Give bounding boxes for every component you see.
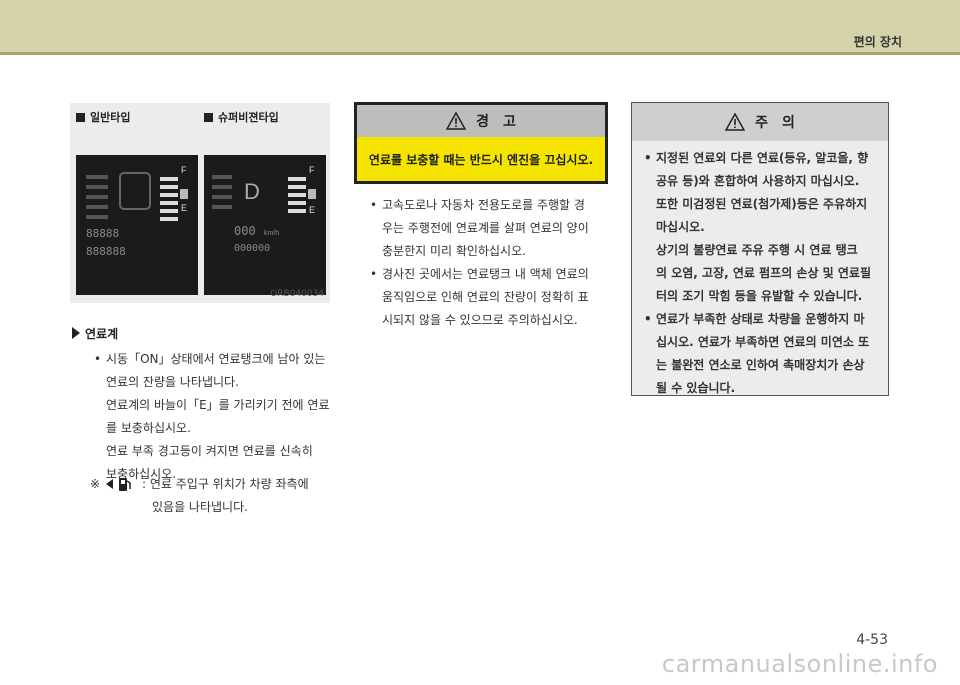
warning-bullets: • 고속도로나 자동차 전용도로를 주행할 경 우는 주행전에 연료계를 살펴 …: [366, 194, 611, 332]
warning-triangle-icon: [446, 112, 467, 130]
fuel-pump-icon: [180, 189, 188, 199]
odometer-display: 888888: [86, 245, 126, 258]
fuel-full-label: F: [309, 165, 315, 175]
warning-message: 연료를 보충할 때는 반드시 엔진을 끄십시오.: [357, 137, 605, 181]
page-number: 4-53: [856, 632, 888, 648]
fuel-empty-label: E: [309, 205, 315, 215]
fuel-pump-icon: [119, 478, 131, 491]
caution-content: • 지정된 연료외 다른 연료(등유, 알코올, 향 공유 등)와 혼합하여 사…: [632, 141, 888, 400]
odometer-display: 000000: [234, 243, 270, 254]
list-item: • 시동「ON」상태에서 연료탱크에 남아 있는: [94, 352, 326, 366]
cluster-standard: F E 88888 888888: [76, 155, 198, 295]
list-item: • 지정된 연료외 다른 연료(등유, 알코올, 향 공유 등)와 혼합하여 사…: [644, 151, 872, 303]
list-item: • 경사진 곳에서는 연료탱크 내 액체 연료의 움직임으로 인해 연료의 잔량…: [370, 267, 589, 327]
label-standard-type: 일반타입: [76, 109, 130, 125]
speed-unit: km/h: [264, 230, 279, 237]
square-bullet-icon: [76, 112, 85, 122]
list-item: • 고속도로나 자동차 전용도로를 주행할 경 우는 주행전에 연료계를 살펴 …: [370, 198, 589, 258]
list-item: • 연료가 부족한 상태로 차량을 운행하지 마 십시오. 연료가 부족하면 연…: [644, 312, 870, 395]
warning-triangle-icon: [725, 113, 746, 131]
instrument-cluster-figure: 일반타입 슈퍼비젼타입 F E 88888 888888 D F E 000 k…: [70, 103, 330, 303]
fuel-pump-icon: [308, 189, 316, 199]
speed-display: 000: [234, 224, 256, 238]
fuel-gauge-text: • 시동「ON」상태에서 연료탱크에 남아 있는 연료의 잔량을 나타냅니다. 연…: [90, 348, 340, 486]
warning-header: 경 고: [357, 105, 605, 137]
caution-box: 주 의 • 지정된 연료외 다른 연료(등유, 알코올, 향 공유 등)와 혼합…: [631, 102, 889, 396]
gear-indicator: D: [244, 179, 260, 204]
square-bullet-icon: [204, 112, 213, 122]
cluster-standard-gauge: F E 88888 888888: [76, 155, 198, 295]
cluster-supervision-gauge: D F E 000 km/h 000000: [204, 155, 326, 295]
cluster-supervision: D F E 000 km/h 000000: [204, 155, 326, 295]
arrow-left-icon: [106, 479, 113, 489]
figure-code: ORB040034: [270, 289, 324, 299]
fuel-full-label: F: [181, 165, 187, 175]
watermark: carmanualsonline.info: [661, 650, 938, 678]
fuel-door-note: ※ : 연료 주입구 위치가 차량 좌측에 있음을 나타냅니다.: [90, 477, 309, 514]
section-title: 편의 장치: [853, 35, 902, 49]
caution-header: 주 의: [632, 103, 888, 141]
trip-display: 88888: [86, 227, 119, 240]
header-bar: [0, 0, 960, 52]
section-heading: 연료계: [72, 325, 118, 342]
fuel-empty-label: E: [181, 203, 187, 213]
triangle-bullet-icon: [72, 327, 80, 339]
header-rule: [0, 52, 960, 55]
label-supervision-type: 슈퍼비젼타입: [204, 109, 279, 125]
warning-box: 경 고 연료를 보충할 때는 반드시 엔진을 끄십시오.: [354, 102, 608, 184]
